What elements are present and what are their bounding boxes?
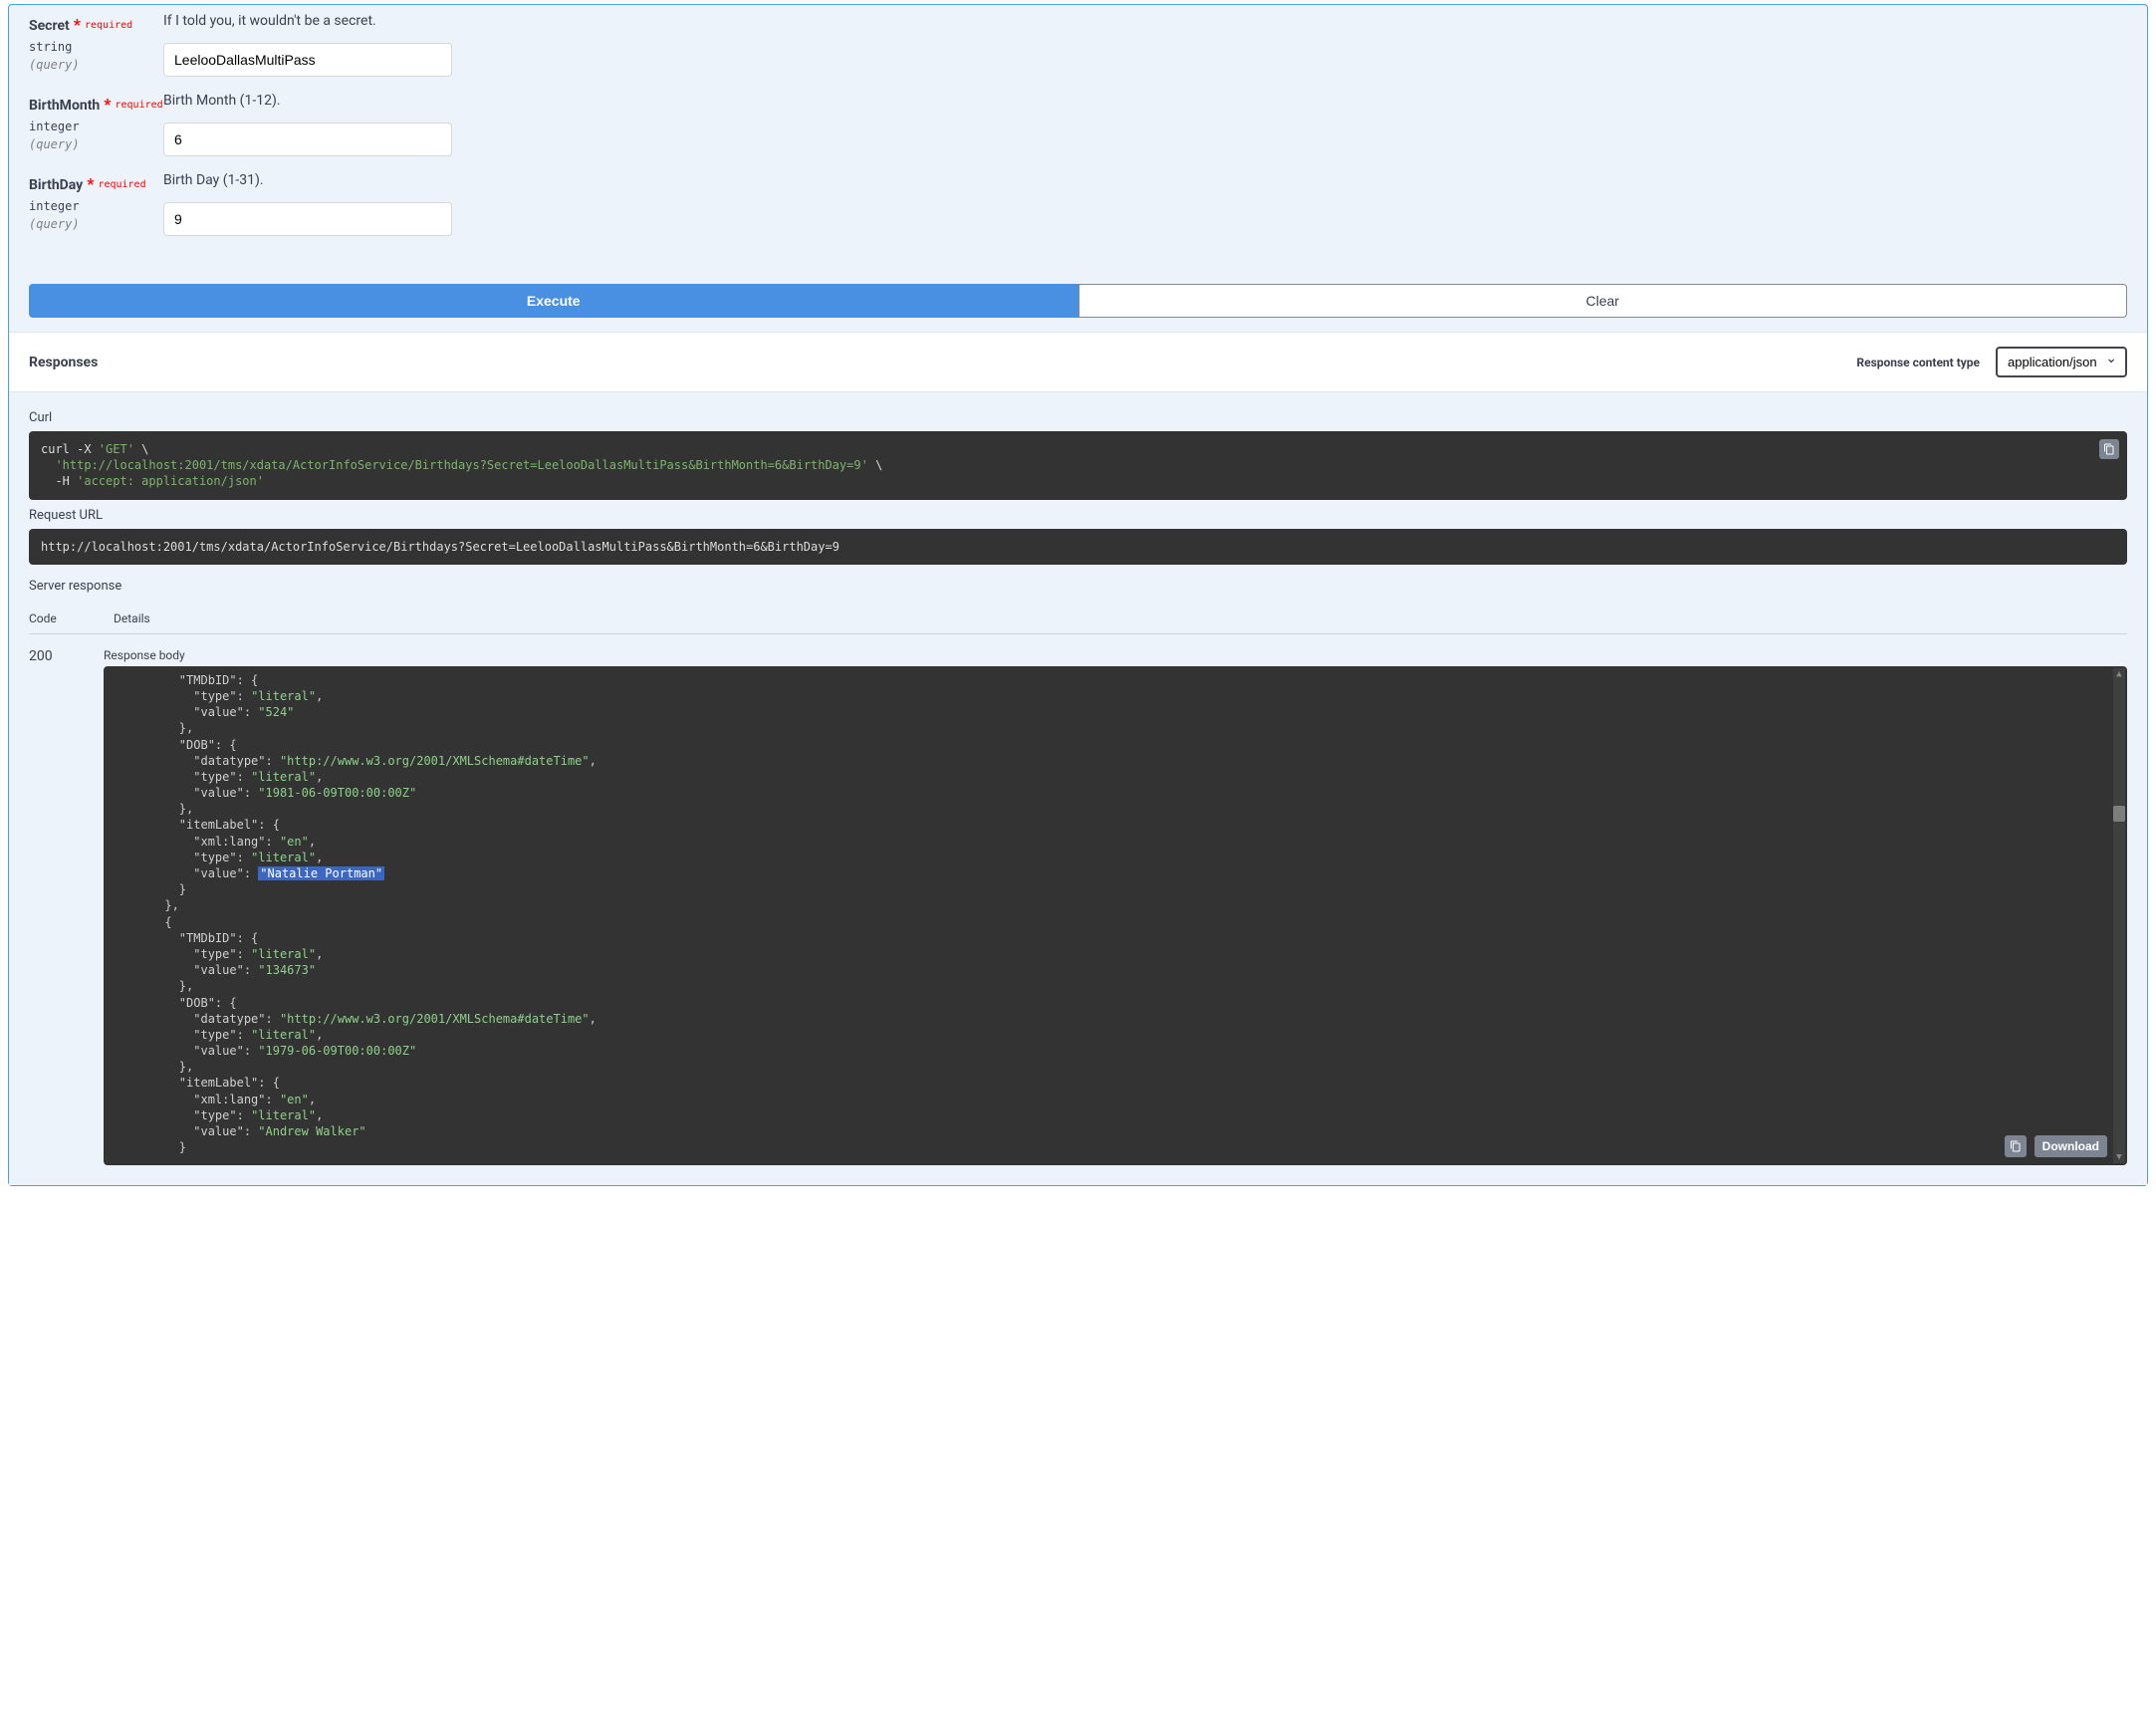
responses-header: Responses Response content type applicat… [9, 332, 2147, 392]
json-line: } [121, 881, 2109, 897]
json-line: "type": "literal", [121, 769, 2109, 785]
json-line: }, [121, 897, 2109, 913]
scrollbar-track[interactable] [2113, 668, 2125, 1164]
parameter-input-area: Birth Day (1-31). [163, 172, 2127, 236]
json-line: "type": "literal", [121, 1107, 2109, 1123]
json-line: "datatype": "http://www.w3.org/2001/XMLS… [121, 1011, 2109, 1027]
json-line: "datatype": "http://www.w3.org/2001/XMLS… [121, 753, 2109, 769]
parameter-name: BirthMonth [29, 98, 100, 114]
scrollbar-thumb[interactable] [2113, 806, 2125, 822]
parameter-type: integer [29, 199, 163, 213]
parameter-in: (query) [29, 137, 163, 151]
response-table-head: Code Details [29, 604, 2127, 634]
parameters-section: Secret * required string (query) If I told … [9, 5, 2147, 264]
json-line: }, [121, 720, 2109, 736]
parameter-input-area: If I told you, it wouldn't be a secret. [163, 13, 2127, 77]
birthmonth-input[interactable] [163, 122, 452, 156]
json-line: "DOB": { [121, 737, 2109, 753]
response-details: Response body ▲ ▼ "TMDbID": { "type": "l… [104, 648, 2127, 1166]
responses-title: Responses [29, 355, 98, 370]
json-line: "value": "Andrew Walker" [121, 1123, 2109, 1139]
execute-button-row: Execute Clear [9, 264, 2147, 332]
json-line: "xml:lang": "en", [121, 834, 2109, 850]
json-line: "value": "524" [121, 704, 2109, 720]
response-controls: Download [2005, 1135, 2107, 1157]
response-row: 200 Response body ▲ ▼ "TMDbID": { "type"… [29, 634, 2127, 1166]
json-line: "type": "literal", [121, 1027, 2109, 1043]
request-url-block: http://localhost:2001/tms/xdata/ActorInf… [29, 529, 2127, 565]
json-line: }, [121, 1059, 2109, 1075]
server-response-label: Server response [29, 579, 2127, 594]
parameter-description: If I told you, it wouldn't be a secret. [163, 13, 2127, 29]
json-line: "value": "134673" [121, 962, 2109, 978]
code-column-header: Code [29, 611, 74, 625]
json-line: }, [121, 978, 2109, 994]
json-line: "TMDbID": { [121, 672, 2109, 688]
json-line: "value": "1979-06-09T00:00:00Z" [121, 1043, 2109, 1059]
clear-button[interactable]: Clear [1078, 284, 2128, 318]
response-body-label: Response body [104, 648, 2127, 662]
required-star-icon: * [104, 95, 111, 114]
json-line: "type": "literal", [121, 946, 2109, 962]
scroll-down-icon[interactable]: ▼ [2113, 1151, 2125, 1163]
secret-input[interactable] [163, 43, 452, 77]
required-text: required [98, 179, 145, 190]
parameter-in: (query) [29, 217, 163, 231]
json-line: }, [121, 801, 2109, 817]
json-line: "TMDbID": { [121, 930, 2109, 946]
json-line: } [121, 1139, 2109, 1155]
required-text: required [115, 100, 162, 111]
parameter-type: string [29, 40, 163, 54]
parameter-description: Birth Day (1-31). [163, 172, 2127, 188]
execute-button[interactable]: Execute [29, 284, 1078, 318]
json-line: "itemLabel": { [121, 817, 2109, 833]
content-type-select[interactable]: application/json [1996, 347, 2127, 377]
parameter-name: BirthDay [29, 177, 83, 193]
parameter-meta: BirthMonth * required integer (query) [29, 93, 163, 151]
parameter-in: (query) [29, 58, 163, 72]
download-button[interactable]: Download [2035, 1135, 2107, 1157]
json-line: { [121, 914, 2109, 930]
parameter-input-area: Birth Month (1-12). [163, 93, 2127, 156]
copy-icon[interactable] [2005, 1135, 2027, 1157]
parameter-name: Secret [29, 18, 70, 34]
scroll-up-icon[interactable]: ▲ [2113, 668, 2125, 680]
parameter-description: Birth Month (1-12). [163, 93, 2127, 109]
json-line: "value": "1981-06-09T00:00:00Z" [121, 785, 2109, 801]
birthday-input[interactable] [163, 202, 452, 236]
parameter-row: BirthMonth * requiredinteger(query)Birth… [29, 85, 2127, 164]
required-star-icon: * [74, 15, 81, 34]
parameter-type: integer [29, 120, 163, 133]
json-line: "type": "literal", [121, 688, 2109, 704]
json-line: "DOB": { [121, 995, 2109, 1011]
json-line: "value": "Natalie Portman" [121, 865, 2109, 881]
response-section: Curl curl -X 'GET' \ 'http://localhost:2… [9, 392, 2147, 1185]
parameter-meta: BirthDay * required integer (query) [29, 172, 163, 231]
json-line: "itemLabel": { [121, 1075, 2109, 1091]
curl-label: Curl [29, 410, 2127, 425]
copy-icon[interactable] [2099, 439, 2119, 459]
details-column-header: Details [114, 611, 150, 625]
response-code: 200 [29, 648, 104, 1166]
parameter-row: Secret * required string (query) If I told … [29, 5, 2127, 85]
swagger-operation-panel: Secret * required string (query) If I told … [8, 4, 2148, 1186]
parameter-meta: Secret * required string (query) [29, 13, 163, 72]
request-url-label: Request URL [29, 508, 2127, 523]
json-line: "xml:lang": "en", [121, 1092, 2109, 1107]
parameter-row: BirthDay * required integer (query) Birth D… [29, 164, 2127, 244]
curl-block: curl -X 'GET' \ 'http://localhost:2001/t… [29, 431, 2127, 500]
response-body-block: ▲ ▼ "TMDbID": { "type": "literal", "valu… [104, 666, 2127, 1166]
required-star-icon: * [87, 174, 94, 193]
content-type-label: Response content type [1856, 356, 1980, 369]
required-text: required [85, 20, 132, 31]
content-type-control: Response content type application/json [1856, 347, 2127, 377]
json-line: "type": "literal", [121, 850, 2109, 865]
